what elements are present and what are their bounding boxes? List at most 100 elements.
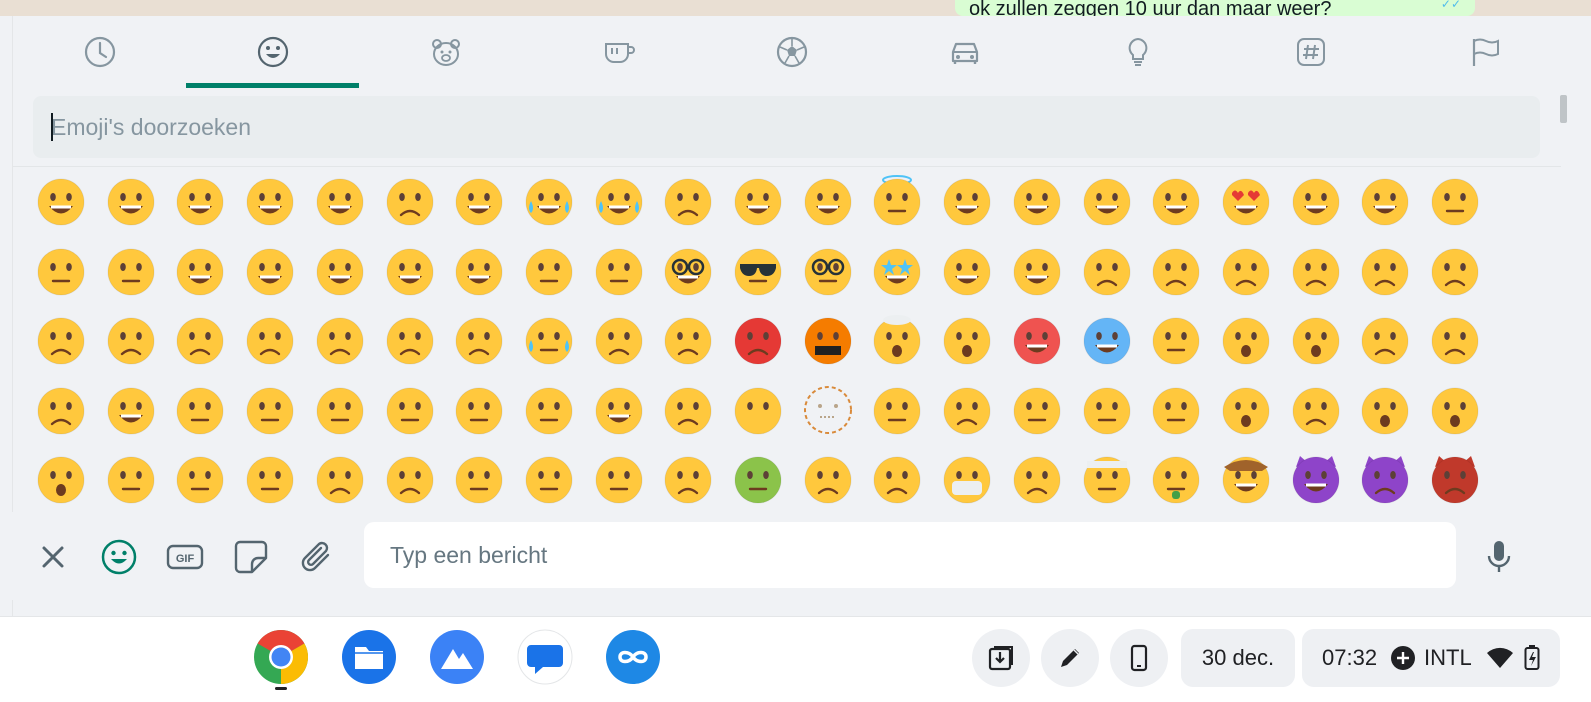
emoji-smiling-hearts[interactable] bbox=[1288, 173, 1344, 229]
status-area[interactable]: 07:32 INTL bbox=[1302, 629, 1560, 687]
emoji-worried[interactable] bbox=[1288, 243, 1344, 299]
emoji-button[interactable] bbox=[94, 532, 144, 582]
tab-objects[interactable] bbox=[1051, 16, 1224, 88]
emoji-exploding-head[interactable] bbox=[869, 312, 925, 368]
phone-hub-button[interactable] bbox=[1110, 629, 1168, 687]
emoji-triumph[interactable] bbox=[591, 312, 647, 368]
emoji-saluting[interactable] bbox=[451, 382, 507, 438]
emoji-rolling-eyes[interactable] bbox=[1148, 382, 1204, 438]
stylus-tools-button[interactable] bbox=[1041, 629, 1099, 687]
chrome-app[interactable] bbox=[253, 629, 309, 685]
emoji-weary[interactable] bbox=[312, 312, 368, 368]
date-tray[interactable]: 30 dec. bbox=[1181, 629, 1295, 687]
emoji-disappointed[interactable] bbox=[1148, 243, 1204, 299]
emoji-sleepy[interactable] bbox=[312, 451, 368, 507]
emoji-monocle[interactable] bbox=[591, 243, 647, 299]
emoji-no-mouth[interactable] bbox=[730, 382, 786, 438]
emoji-dotted-line[interactable] bbox=[800, 382, 856, 438]
emoji-sob[interactable] bbox=[521, 312, 577, 368]
emoji-anguished[interactable] bbox=[1357, 382, 1413, 438]
emoji-slightly-smiling[interactable] bbox=[939, 173, 995, 229]
emoji-nerd[interactable] bbox=[660, 243, 716, 299]
emoji-money-mouth[interactable] bbox=[1148, 451, 1204, 507]
emoji-spiral-eyes[interactable] bbox=[521, 451, 577, 507]
sticker-button[interactable] bbox=[226, 532, 276, 582]
emoji-persevere[interactable] bbox=[103, 312, 159, 368]
emoji-flushed[interactable] bbox=[939, 312, 995, 368]
tab-food[interactable] bbox=[532, 16, 705, 88]
emoji-smiling-imp[interactable] bbox=[1288, 451, 1344, 507]
emoji-smirk[interactable] bbox=[1009, 243, 1065, 299]
emoji-frowning[interactable] bbox=[33, 312, 89, 368]
attach-button[interactable] bbox=[292, 532, 342, 582]
emoji-winking-tongue[interactable] bbox=[382, 243, 438, 299]
emoji-tired[interactable] bbox=[242, 312, 298, 368]
emoji-cold[interactable] bbox=[1079, 312, 1135, 368]
emoji-pleading[interactable] bbox=[382, 312, 438, 368]
emoji-nauseated[interactable] bbox=[730, 451, 786, 507]
emoji-smile[interactable] bbox=[172, 173, 228, 229]
voice-message-button[interactable] bbox=[1474, 532, 1524, 582]
emoji-face-in-clouds[interactable] bbox=[1148, 312, 1204, 368]
emoji-kissing-heart[interactable] bbox=[1357, 173, 1413, 229]
emoji-cursing[interactable] bbox=[800, 312, 856, 368]
emoji-raised-eyebrow[interactable] bbox=[521, 243, 577, 299]
emoji-zany[interactable] bbox=[451, 243, 507, 299]
tab-travel[interactable] bbox=[878, 16, 1051, 88]
emoji-rage[interactable] bbox=[730, 312, 786, 368]
emoji-cowboy[interactable] bbox=[1218, 451, 1274, 507]
emoji-expressionless[interactable] bbox=[1009, 382, 1065, 438]
emoji-diagonal-mouth[interactable] bbox=[939, 382, 995, 438]
emoji-melting[interactable] bbox=[591, 382, 647, 438]
emoji-thinking[interactable] bbox=[172, 382, 228, 438]
emoji-imp[interactable] bbox=[1357, 451, 1413, 507]
vpn-app[interactable] bbox=[429, 629, 485, 685]
emoji-grin[interactable] bbox=[242, 173, 298, 229]
message-bubble[interactable]: ok zullen zeggen 10 uur dan maar weer? ✓… bbox=[955, 0, 1475, 16]
infinity-app[interactable] bbox=[605, 629, 661, 685]
message-input[interactable] bbox=[390, 522, 1430, 588]
emoji-relieved[interactable] bbox=[1148, 173, 1204, 229]
message-box[interactable] bbox=[364, 522, 1456, 588]
emoji-scream[interactable] bbox=[1218, 312, 1274, 368]
emoji-kissing-closed-eyes[interactable] bbox=[103, 243, 159, 299]
emoji-grinning[interactable] bbox=[33, 173, 89, 229]
emoji-confounded[interactable] bbox=[172, 312, 228, 368]
tab-symbols[interactable] bbox=[1224, 16, 1397, 88]
emoji-drooling[interactable] bbox=[242, 451, 298, 507]
tab-smileys[interactable] bbox=[186, 16, 359, 88]
tab-recent[interactable] bbox=[13, 16, 186, 88]
emoji-fearful[interactable] bbox=[1288, 312, 1344, 368]
emoji-sunglasses[interactable] bbox=[730, 243, 786, 299]
emoji-angry[interactable] bbox=[660, 312, 716, 368]
emoji-hot[interactable] bbox=[1009, 312, 1065, 368]
emoji-peeking-eye[interactable] bbox=[242, 382, 298, 438]
emoji-hugging[interactable] bbox=[103, 382, 159, 438]
emoji-relaxed[interactable] bbox=[730, 173, 786, 229]
emoji-yawning[interactable] bbox=[103, 451, 159, 507]
emoji-hushed[interactable] bbox=[1218, 382, 1274, 438]
emoji-downcast-sweat[interactable] bbox=[33, 382, 89, 438]
emoji-lying[interactable] bbox=[660, 382, 716, 438]
emoji-search-input[interactable] bbox=[51, 96, 1521, 158]
emoji-innocent[interactable] bbox=[869, 173, 925, 229]
messages-app[interactable] bbox=[517, 629, 573, 685]
emoji-unamused[interactable] bbox=[1079, 243, 1135, 299]
emoji-cry[interactable] bbox=[451, 312, 507, 368]
emoji-dizzy[interactable] bbox=[451, 451, 507, 507]
tab-activity[interactable] bbox=[705, 16, 878, 88]
emoji-search-box[interactable] bbox=[33, 96, 1540, 158]
emoji-zipper-mouth[interactable] bbox=[591, 451, 647, 507]
emoji-squinting-tongue[interactable] bbox=[312, 243, 368, 299]
downloads-tray-button[interactable] bbox=[972, 629, 1030, 687]
files-app[interactable] bbox=[341, 629, 397, 685]
emoji-mask[interactable] bbox=[939, 451, 995, 507]
emoji-kissing[interactable] bbox=[1427, 173, 1483, 229]
emoji-head-bandage[interactable] bbox=[1079, 451, 1135, 507]
tab-animals[interactable] bbox=[359, 16, 532, 88]
emoji-ogre[interactable] bbox=[1427, 451, 1483, 507]
emoji-blush[interactable] bbox=[800, 173, 856, 229]
emoji-shushing[interactable] bbox=[521, 382, 577, 438]
emoji-kissing-smiling-eyes[interactable] bbox=[33, 243, 89, 299]
emoji-neutral[interactable] bbox=[869, 382, 925, 438]
